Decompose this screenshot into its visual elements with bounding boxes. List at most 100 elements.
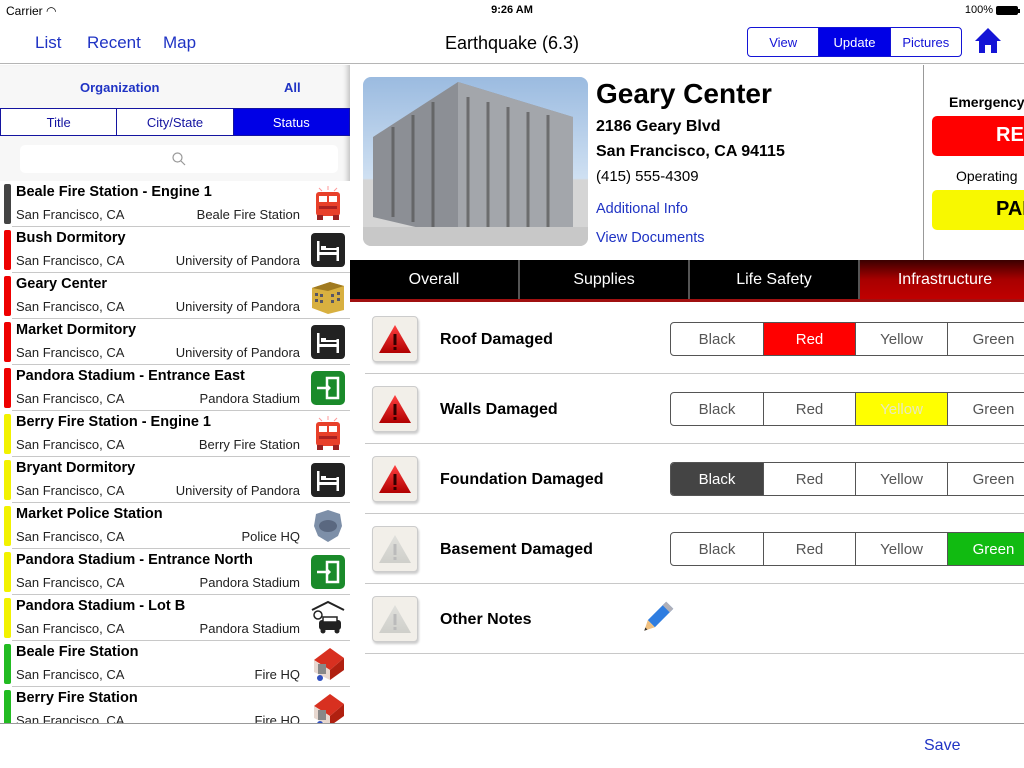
- item-title: Market Dormitory: [16, 322, 137, 338]
- clock: 9:26 AM: [491, 4, 533, 16]
- status-choice-control: Black Red Yellow Green: [670, 462, 1024, 496]
- pencil-icon[interactable]: [637, 598, 677, 638]
- emergency-status-label: Emergency: [949, 94, 1024, 110]
- choice-black[interactable]: Black: [671, 393, 763, 425]
- organization-filter[interactable]: Organization All: [0, 65, 350, 109]
- assessment-row: Other Notes: [365, 584, 1024, 654]
- sort-status-button[interactable]: Status: [232, 109, 349, 135]
- mode-pictures-button[interactable]: Pictures: [889, 28, 961, 56]
- list-item[interactable]: Market Police Station San Francisco, CA Po…: [4, 503, 350, 549]
- choice-red[interactable]: Red: [763, 533, 855, 565]
- view-documents-link[interactable]: View Documents: [596, 230, 705, 246]
- list-item[interactable]: Berry Fire Station - Engine 1 San Francis…: [4, 411, 350, 457]
- sort-city-state-button[interactable]: City/State: [116, 109, 232, 135]
- item-city: San Francisco, CA: [16, 575, 125, 590]
- list-item[interactable]: Pandora Stadium - Entrance North San Fran…: [4, 549, 350, 595]
- choice-green[interactable]: Green: [947, 393, 1024, 425]
- item-organization: University of Pandora: [175, 345, 300, 360]
- warning-icon: [372, 596, 418, 642]
- sort-title-button[interactable]: Title: [1, 109, 116, 135]
- item-city: San Francisco, CA: [16, 345, 125, 360]
- item-title: Beale Fire Station: [16, 644, 139, 660]
- item-title: Berry Fire Station: [16, 690, 138, 706]
- mode-update-button[interactable]: Update: [818, 28, 890, 56]
- tab-infrastructure[interactable]: Infrastructure: [860, 260, 1024, 299]
- tab-supplies[interactable]: Supplies: [520, 260, 690, 299]
- home-icon[interactable]: [974, 26, 1002, 56]
- warning-icon: [372, 456, 418, 502]
- tab-life-safety[interactable]: Life Safety: [690, 260, 860, 299]
- status-color-bar: [4, 368, 11, 408]
- building-photo: [363, 82, 588, 246]
- save-button[interactable]: Save: [924, 737, 960, 755]
- list-item[interactable]: Bryant Dormitory San Francisco, CA Univers…: [4, 457, 350, 503]
- list-item[interactable]: Beale Fire Station San Francisco, CA Fire …: [4, 641, 350, 687]
- list-item[interactable]: Beale Fire Station - Engine 1 San Francis…: [4, 181, 350, 227]
- warning-icon: [372, 526, 418, 572]
- divider: [923, 65, 924, 260]
- bed-icon: [310, 462, 346, 498]
- item-organization: Pandora Stadium: [199, 391, 300, 406]
- status-choice-control: Black Red Yellow Green: [670, 322, 1024, 356]
- choice-red[interactable]: Red: [763, 323, 855, 355]
- choice-yellow[interactable]: Yellow: [855, 533, 947, 565]
- item-title: Pandora Stadium - Entrance East: [16, 368, 245, 384]
- item-city: San Francisco, CA: [16, 667, 125, 682]
- choice-black[interactable]: Black: [671, 463, 763, 495]
- status-color-bar: [4, 276, 11, 316]
- item-city: San Francisco, CA: [16, 483, 125, 498]
- item-organization: University of Pandora: [175, 253, 300, 268]
- item-title: Berry Fire Station - Engine 1: [16, 414, 211, 430]
- operating-status-badge[interactable]: PARTIAL: [932, 190, 1024, 230]
- item-organization: University of Pandora: [175, 483, 300, 498]
- fire-station-icon: [310, 646, 346, 682]
- choice-yellow[interactable]: Yellow: [855, 463, 947, 495]
- list-item[interactable]: Bush Dormitory San Francisco, CA Universit…: [4, 227, 350, 273]
- filter-label[interactable]: Organization: [80, 80, 159, 95]
- item-title: Market Police Station: [16, 506, 163, 522]
- list-item[interactable]: Market Dormitory San Francisco, CA Univers…: [4, 319, 350, 365]
- item-city: San Francisco, CA: [16, 391, 125, 406]
- tab-overall[interactable]: Overall: [350, 260, 520, 299]
- choice-yellow[interactable]: Yellow: [855, 323, 947, 355]
- status-bar: Carrier ◠ 9:26 AM 100%: [0, 0, 1024, 20]
- mode-view-button[interactable]: View: [748, 28, 818, 56]
- facility-photo[interactable]: [363, 77, 588, 246]
- filter-value[interactable]: All: [284, 80, 301, 95]
- item-title: Bush Dormitory: [16, 230, 126, 246]
- list-item[interactable]: Berry Fire Station San Francisco, CA Fire …: [4, 687, 350, 724]
- choice-black[interactable]: Black: [671, 323, 763, 355]
- status-choice-control: Black Red Yellow Green: [670, 392, 1024, 426]
- choice-green[interactable]: Green: [947, 463, 1024, 495]
- facility-phone[interactable]: (415) 555-4309: [596, 168, 699, 185]
- choice-black[interactable]: Black: [671, 533, 763, 565]
- choice-yellow[interactable]: Yellow: [855, 393, 947, 425]
- assessment-row: Walls Damaged Black Red Yellow Green: [365, 374, 1024, 444]
- list-item[interactable]: Geary Center San Francisco, CA University …: [4, 273, 350, 319]
- assessment-row: Roof Damaged Black Red Yellow Green: [365, 304, 1024, 374]
- item-city: San Francisco, CA: [16, 437, 125, 452]
- nav-bar: List Recent Map Earthquake (6.3) View Up…: [0, 20, 1024, 64]
- status-color-bar: [4, 414, 11, 454]
- fire-truck-icon: [310, 186, 346, 222]
- search-icon: [172, 152, 186, 166]
- police-badge-icon: [310, 508, 346, 544]
- sidebar: Organization All Title City/State Status…: [0, 65, 350, 724]
- fire-truck-icon: [310, 416, 346, 452]
- item-city: San Francisco, CA: [16, 621, 125, 636]
- choice-red[interactable]: Red: [763, 463, 855, 495]
- assessment-label: Basement Damaged: [440, 541, 593, 558]
- emergency-status-badge[interactable]: RED: [932, 116, 1024, 156]
- list-item[interactable]: Pandora Stadium - Entrance East San Franc…: [4, 365, 350, 411]
- facility-address-line2: San Francisco, CA 94115: [596, 143, 785, 160]
- operating-status-label: Operating: [956, 168, 1018, 184]
- additional-info-link[interactable]: Additional Info: [596, 201, 688, 217]
- item-organization: University of Pandora: [175, 299, 300, 314]
- choice-red[interactable]: Red: [763, 393, 855, 425]
- search-input[interactable]: [20, 145, 338, 173]
- list-item[interactable]: Pandora Stadium - Lot B San Francisco, CA…: [4, 595, 350, 641]
- choice-green[interactable]: Green: [947, 533, 1024, 565]
- choice-green[interactable]: Green: [947, 323, 1024, 355]
- item-city: San Francisco, CA: [16, 207, 125, 222]
- item-title: Beale Fire Station - Engine 1: [16, 184, 212, 200]
